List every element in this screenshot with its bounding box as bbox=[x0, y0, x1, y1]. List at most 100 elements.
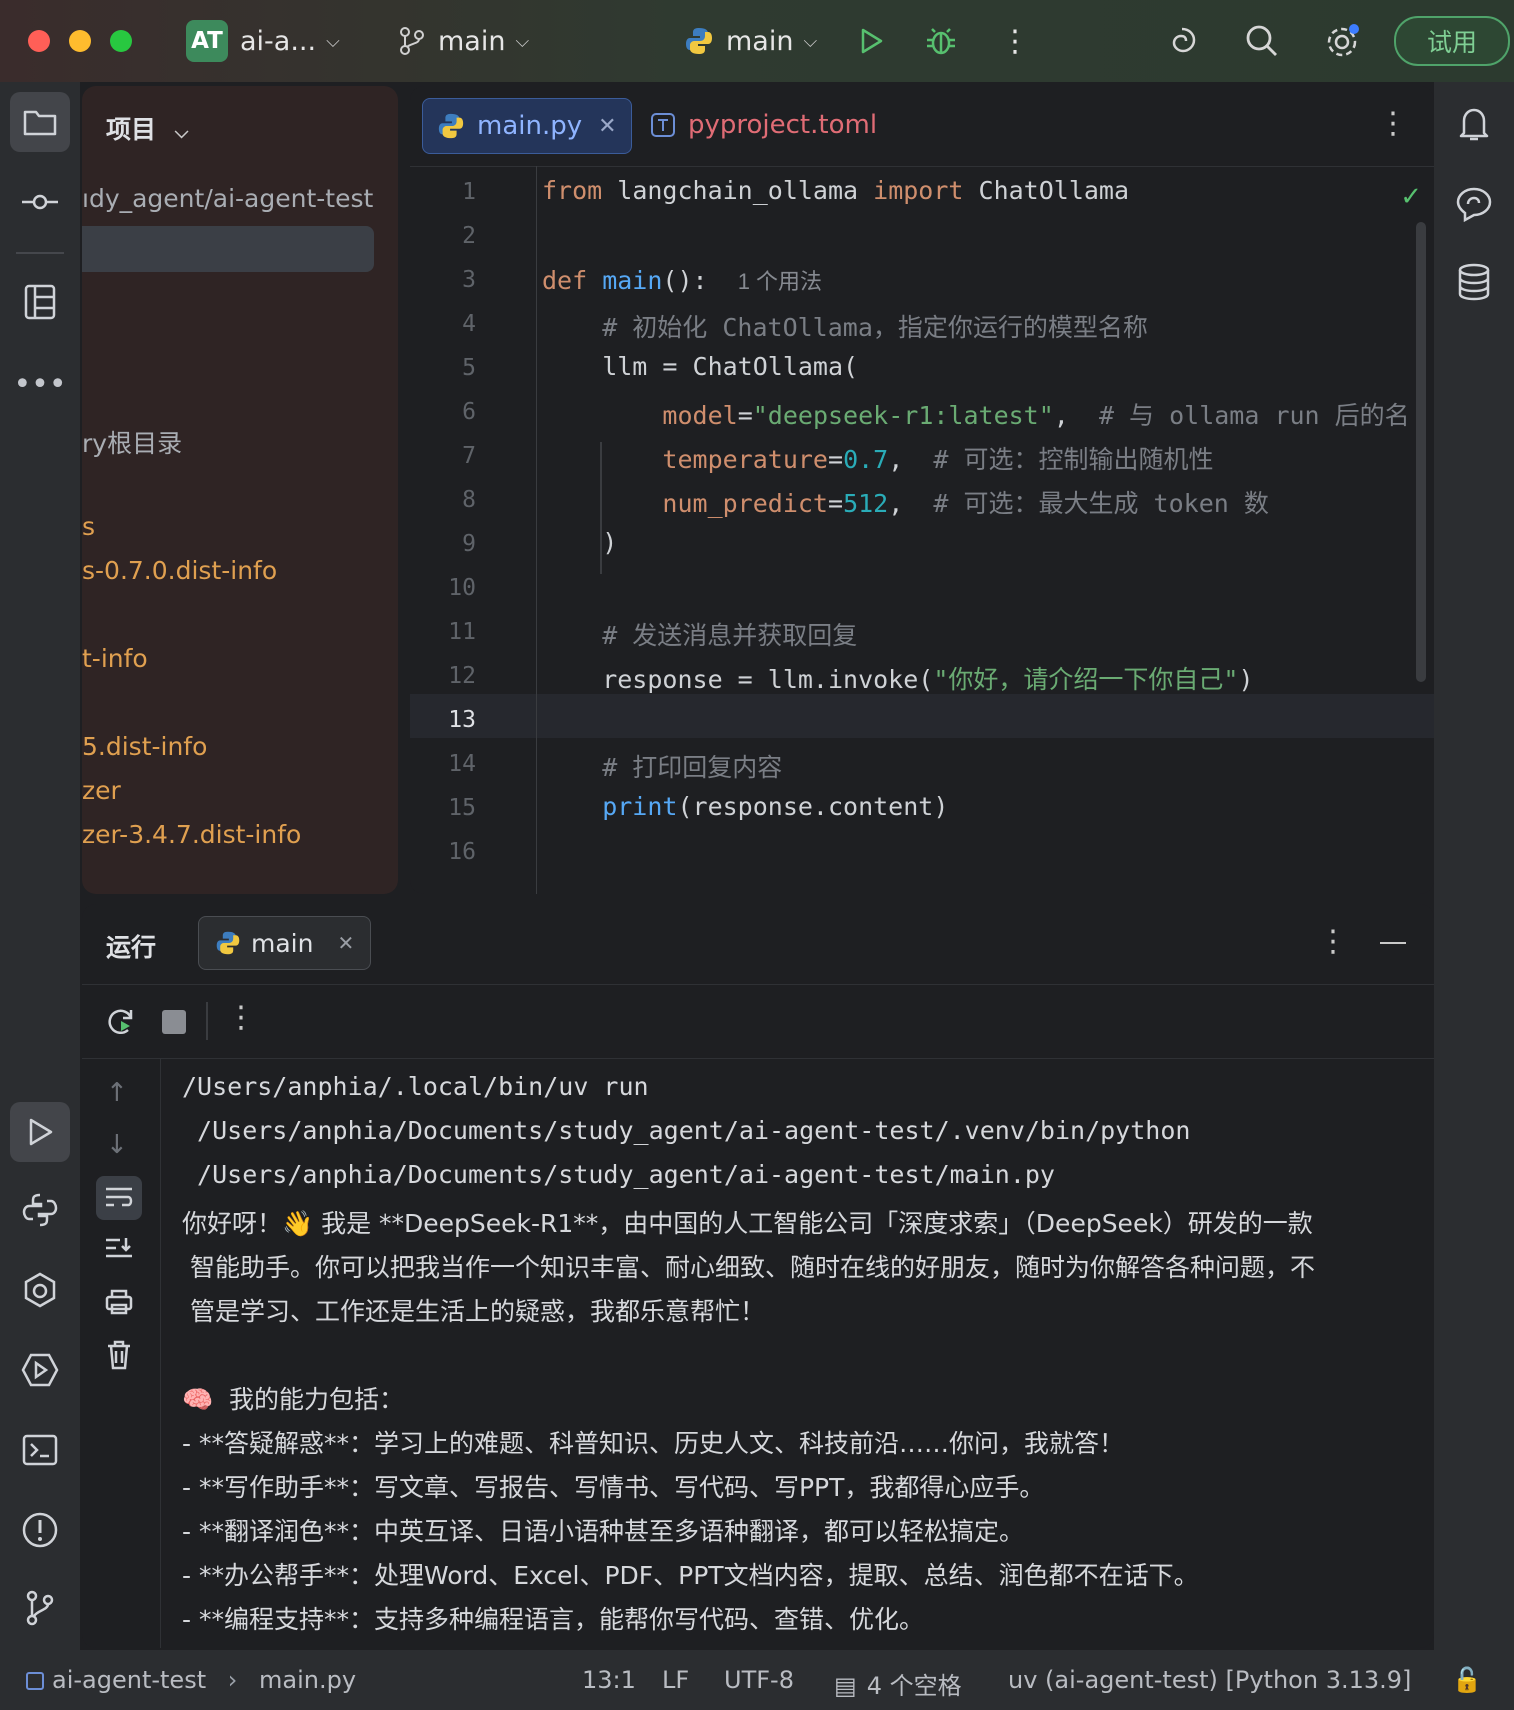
run-tab-label: main bbox=[251, 928, 314, 958]
code-line-12[interactable]: response = llm.invoke("你好，请介绍一下你自己") bbox=[542, 660, 1253, 696]
code-line-14[interactable]: # 打印回复内容 bbox=[542, 748, 782, 784]
selected-tree-row[interactable] bbox=[82, 226, 374, 272]
search-button[interactable] bbox=[1244, 20, 1280, 62]
line-ending[interactable]: LF bbox=[662, 1666, 689, 1694]
tree-item[interactable]: ıdy_agent/ai-agent-test bbox=[82, 184, 373, 213]
code-line-3[interactable]: def main(): 1 个用法 bbox=[542, 264, 822, 296]
run-tool-button[interactable] bbox=[10, 1102, 70, 1162]
clear-output-button[interactable] bbox=[106, 1340, 132, 1370]
ai-assistant-button[interactable] bbox=[1164, 20, 1200, 62]
project-panel-header[interactable]: 项目 ⌵ bbox=[106, 110, 188, 146]
code-line-11[interactable]: # 发送消息并获取回复 bbox=[542, 616, 857, 652]
line-number: 10 bbox=[448, 575, 476, 601]
code-line-6[interactable]: model="deepseek-r1:latest", # 与 ollama r… bbox=[542, 396, 1409, 432]
output-line: - **办公帮手**：处理Word、Excel、PDF、PPT文档内容，提取、总… bbox=[182, 1561, 1199, 1590]
problems-button[interactable] bbox=[10, 1500, 70, 1560]
vcs-branch-widget[interactable]: main ⌵ bbox=[398, 20, 529, 62]
file-encoding[interactable]: UTF-8 bbox=[724, 1666, 794, 1694]
spiral-icon bbox=[1172, 27, 1196, 53]
more-tools-button[interactable]: ••• bbox=[10, 354, 70, 414]
tree-item[interactable]: zer bbox=[82, 776, 121, 805]
stop-button[interactable] bbox=[162, 1010, 186, 1034]
rerun-button[interactable] bbox=[106, 1006, 136, 1036]
run-panel-header: 运行 main ✕ ⋮ bbox=[82, 904, 1434, 985]
python-icon bbox=[216, 931, 240, 955]
tab-pyproject-toml[interactable]: pyproject.toml bbox=[636, 98, 891, 152]
close-icon[interactable]: ✕ bbox=[598, 114, 616, 139]
window-close-button[interactable] bbox=[28, 30, 50, 52]
arrow-down-icon[interactable]: ↓ bbox=[106, 1130, 128, 1160]
breadcrumb-project[interactable]: ai-agent-test bbox=[52, 1666, 206, 1694]
breadcrumb-file[interactable]: main.py bbox=[259, 1666, 356, 1694]
database-button[interactable] bbox=[1446, 254, 1502, 310]
code-line-4[interactable]: # 初始化 ChatOllama，指定你运行的模型名称 bbox=[542, 308, 1148, 344]
git-button[interactable] bbox=[10, 1578, 70, 1638]
run-config-selector[interactable]: main ⌵ bbox=[684, 20, 817, 62]
more-horizontal-icon: ••• bbox=[13, 366, 67, 402]
tree-item[interactable]: ry根目录 bbox=[82, 424, 182, 460]
scroll-to-end-icon bbox=[106, 1238, 132, 1258]
editor-scrollbar[interactable] bbox=[1416, 222, 1426, 682]
interpreter-selector[interactable]: uv (ai-agent-test) [Python 3.13.9] bbox=[1008, 1666, 1411, 1694]
structure-tool-button[interactable] bbox=[10, 272, 70, 332]
debug-button[interactable] bbox=[924, 20, 958, 62]
commit-tool-button[interactable] bbox=[10, 172, 70, 232]
project-badge: AT bbox=[186, 20, 228, 62]
minimize-panel-icon[interactable] bbox=[1380, 942, 1406, 944]
run-toolbar: ⋮ bbox=[82, 984, 1434, 1059]
print-button[interactable] bbox=[104, 1288, 134, 1316]
more-vertical-icon: ⋮ bbox=[1000, 23, 1030, 59]
window-minimize-button[interactable] bbox=[69, 30, 91, 52]
tree-item[interactable]: zer-3.4.7.dist-info bbox=[82, 820, 301, 849]
more-vertical-icon[interactable]: ⋮ bbox=[226, 1000, 256, 1035]
rerun-icon bbox=[108, 1009, 133, 1035]
gear-icon bbox=[1327, 24, 1359, 57]
code-line-1[interactable]: from langchain_ollama import ChatOllama bbox=[542, 176, 1129, 205]
services-button[interactable] bbox=[10, 1340, 70, 1400]
close-icon[interactable]: ✕ bbox=[337, 931, 354, 955]
tree-item-label: zer bbox=[82, 776, 121, 805]
module-icon bbox=[26, 1672, 44, 1690]
code-line-15[interactable]: print(response.content) bbox=[542, 792, 948, 821]
run-button[interactable] bbox=[856, 20, 886, 62]
printer-icon bbox=[105, 1289, 133, 1315]
code-line-7[interactable]: temperature=0.7, # 可选：控制输出随机性 bbox=[542, 440, 1213, 476]
console-output[interactable]: /Users/anphia/.local/bin/uv run /Users/a… bbox=[160, 1058, 1434, 1648]
window-maximize-button[interactable] bbox=[110, 30, 132, 52]
tab-main-py[interactable]: main.py ✕ bbox=[422, 98, 632, 154]
more-actions-button[interactable]: ⋮ bbox=[1000, 20, 1030, 62]
unlock-icon[interactable]: 🔓 bbox=[1452, 1666, 1482, 1694]
indent-setting[interactable]: ▤ 4 个空格 bbox=[834, 1666, 962, 1701]
tree-item-label: s bbox=[82, 512, 96, 541]
python-console-button[interactable] bbox=[10, 1180, 70, 1240]
settings-button[interactable] bbox=[1322, 20, 1362, 62]
terminal-button[interactable] bbox=[10, 1420, 70, 1480]
output-line: - **答疑解惑**：学习上的难题、科普知识、历史人文、科技前沿……你问，我就答… bbox=[182, 1429, 1124, 1458]
run-tab-main[interactable]: main ✕ bbox=[198, 916, 372, 970]
trial-button[interactable]: 试用 bbox=[1394, 16, 1510, 66]
tree-item[interactable]: s bbox=[82, 512, 95, 541]
notifications-button[interactable] bbox=[1446, 96, 1502, 152]
project-tool-button[interactable] bbox=[10, 92, 70, 152]
ai-chat-button[interactable] bbox=[1446, 176, 1502, 232]
more-vertical-icon[interactable]: ⋮ bbox=[1378, 106, 1408, 141]
python-packages-button[interactable] bbox=[10, 1260, 70, 1320]
status-bar: ai-agent-test › main.py 13:1 LF UTF-8 ▤ 4… bbox=[0, 1650, 1514, 1710]
arrow-up-icon[interactable]: ↑ bbox=[106, 1078, 128, 1108]
soft-wrap-button[interactable] bbox=[96, 1176, 142, 1220]
tree-item[interactable]: 5.dist-info bbox=[82, 732, 207, 761]
project-switcher[interactable]: AT ai-a... ⌵ bbox=[186, 20, 340, 62]
code-line-5[interactable]: llm = ChatOllama( bbox=[542, 352, 858, 381]
tree-item[interactable]: s-0.7.0.dist-info bbox=[82, 556, 277, 585]
run-side-toolbar: ↑ ↓ bbox=[82, 1058, 161, 1648]
python-console-icon bbox=[22, 1193, 58, 1227]
run-panel: 运行 main ✕ ⋮ ⋮ ↑ ↓ /Users/anphia/.local/b… bbox=[82, 904, 1434, 1648]
cursor-position[interactable]: 13:1 bbox=[582, 1666, 636, 1694]
more-vertical-icon[interactable]: ⋮ bbox=[1318, 924, 1348, 959]
scroll-to-end-button[interactable] bbox=[104, 1236, 134, 1262]
line-number: 9 bbox=[462, 531, 476, 557]
tree-item[interactable]: t-info bbox=[82, 644, 148, 673]
line-number: 4 bbox=[462, 311, 476, 337]
code-line-9[interactable]: ) bbox=[542, 528, 617, 557]
code-line-8[interactable]: num_predict=512, # 可选：最大生成 token 数 bbox=[542, 484, 1268, 520]
